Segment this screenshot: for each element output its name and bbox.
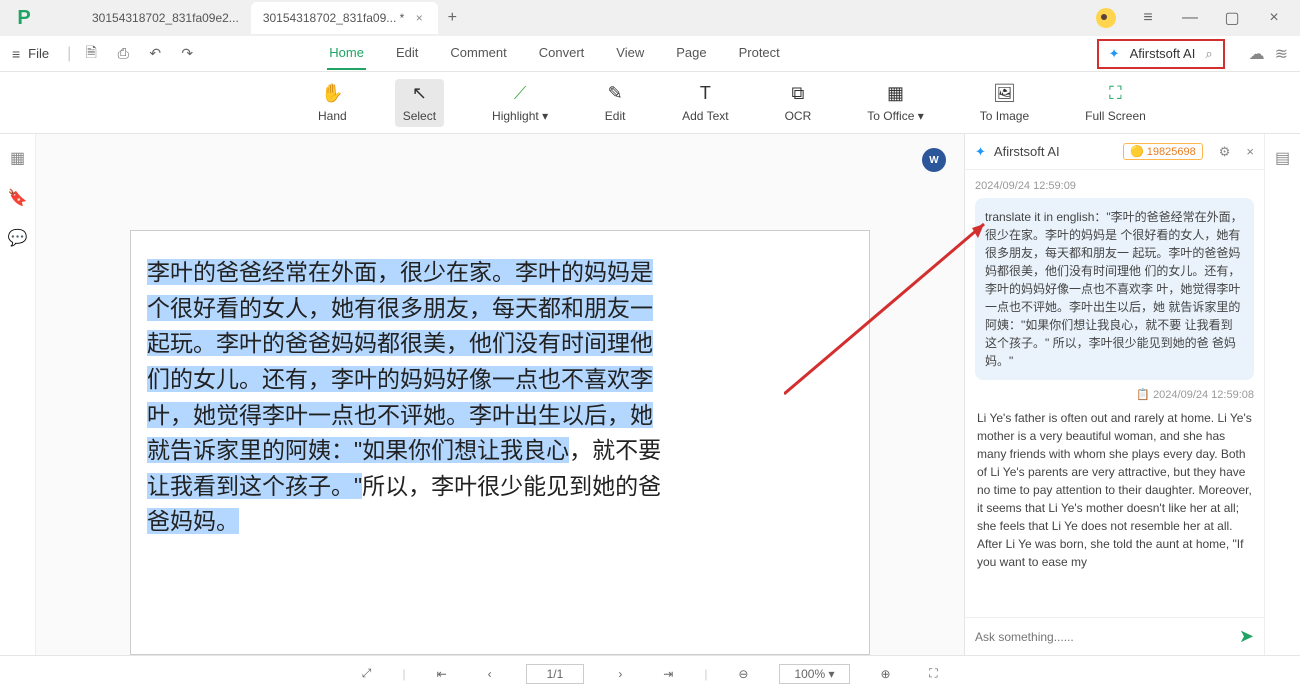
ai-settings-icon[interactable]: ⚙ bbox=[1219, 144, 1231, 160]
tab-view[interactable]: View bbox=[614, 37, 646, 70]
zoom-in-icon[interactable]: ⊕ bbox=[874, 667, 898, 681]
close-icon[interactable]: × bbox=[412, 11, 426, 25]
highlight-tool[interactable]: ⟋Highlight ▾ bbox=[484, 79, 556, 127]
prev-page-icon[interactable]: ‹ bbox=[478, 667, 502, 681]
office-icon: ▦ bbox=[885, 83, 907, 105]
first-page-icon[interactable]: ⇤ bbox=[430, 667, 454, 681]
image-icon: 🖼 bbox=[993, 83, 1015, 105]
statusbar: ⤢ | ⇤ ‹ 1/1 › ⇥ | ⊖ 100% ▾ ⊕ ⛶ bbox=[0, 655, 1300, 691]
edit-icon: ✎ bbox=[604, 83, 626, 105]
ai-credit-badge: 🟡 19825698 bbox=[1123, 143, 1203, 160]
last-page-icon[interactable]: ⇥ bbox=[656, 667, 680, 681]
edit-tool[interactable]: ✎Edit bbox=[596, 79, 634, 127]
addtext-tool[interactable]: TAdd Text bbox=[674, 79, 736, 127]
comment-panel-icon[interactable]: 💬 bbox=[8, 228, 28, 248]
tab-edit[interactable]: Edit bbox=[394, 37, 420, 70]
highlighter-icon: ⟋ bbox=[509, 83, 531, 105]
document-area: W 李叶的爸爸经常在外面，很少在家。李叶的妈妈是 个很好看的女人，她有很多朋友，… bbox=[36, 134, 964, 655]
minimize-icon[interactable]: — bbox=[1176, 4, 1204, 32]
save-icon[interactable]: 🗎 bbox=[79, 42, 103, 66]
tab-comment[interactable]: Comment bbox=[448, 37, 508, 70]
menubar: ≡ File | 🗎 ⎙ ↶ ↷ Home Edit Comment Conve… bbox=[0, 36, 1300, 72]
toimage-tool[interactable]: 🖼To Image bbox=[972, 79, 1037, 127]
close-window-icon[interactable]: × bbox=[1260, 4, 1288, 32]
sidebar-right: ▤ bbox=[1264, 134, 1300, 655]
hamburger-icon[interactable]: ≡ bbox=[12, 46, 20, 62]
file-menu[interactable]: File bbox=[28, 46, 49, 61]
tab-protect[interactable]: Protect bbox=[737, 37, 782, 70]
menu-icon[interactable]: ≡ bbox=[1134, 4, 1162, 32]
search-icon: ⌕ bbox=[1205, 46, 1212, 62]
cloud-icon[interactable]: ☁ bbox=[1249, 44, 1265, 64]
sidebar-left: ▦ 🔖 💬 bbox=[0, 134, 36, 655]
timestamp: 📋 2024/09/24 12:59:08 bbox=[975, 388, 1254, 401]
send-icon[interactable]: ➤ bbox=[1239, 626, 1254, 647]
print-icon[interactable]: ⎙ bbox=[111, 42, 135, 66]
undo-icon[interactable]: ↶ bbox=[143, 42, 167, 66]
ai-star-icon: ✦ bbox=[1109, 46, 1120, 62]
toolbar: ✋Hand ↖Select ⟋Highlight ▾ ✎Edit TAdd Te… bbox=[0, 72, 1300, 134]
tab-2[interactable]: 30154318702_831fa09... *× bbox=[251, 2, 438, 34]
bookmark-icon[interactable]: 🔖 bbox=[8, 188, 28, 208]
ai-search-box[interactable]: ✦ Afirstsoft AI ⌕ bbox=[1097, 39, 1225, 69]
titlebar: P 30154318702_831fa09e2... 30154318702_8… bbox=[0, 0, 1300, 36]
new-tab-button[interactable]: + bbox=[438, 9, 466, 27]
hand-tool[interactable]: ✋Hand bbox=[310, 79, 355, 127]
ocr-icon: ⧉ bbox=[787, 83, 809, 105]
ai-input-field[interactable] bbox=[975, 630, 1239, 644]
zoom-out-icon[interactable]: ⊖ bbox=[731, 667, 755, 681]
maximize-icon[interactable]: ▢ bbox=[1218, 4, 1246, 32]
settings-icon[interactable]: ≋ bbox=[1275, 44, 1288, 64]
tab-convert[interactable]: Convert bbox=[537, 37, 587, 70]
zoom-indicator[interactable]: 100% ▾ bbox=[779, 664, 849, 684]
fit-page-icon[interactable]: ⤢ bbox=[355, 666, 379, 681]
ai-close-icon[interactable]: × bbox=[1246, 144, 1254, 159]
app-logo[interactable]: P bbox=[8, 0, 40, 36]
ai-star-icon: ✦ bbox=[975, 144, 986, 160]
document-text[interactable]: 李叶的爸爸经常在外面，很少在家。李叶的妈妈是 个很好看的女人，她有很多朋友，每天… bbox=[147, 255, 853, 540]
tab-1[interactable]: 30154318702_831fa09e2... bbox=[80, 2, 251, 34]
cursor-icon: ↖ bbox=[408, 83, 430, 105]
page-indicator[interactable]: 1/1 bbox=[526, 664, 585, 684]
user-message: translate it in english："李叶的爸爸经常在外面，很少在家… bbox=[975, 198, 1254, 380]
hand-icon: ✋ bbox=[321, 83, 343, 105]
thumbnail-icon[interactable]: ▦ bbox=[10, 148, 25, 168]
word-badge-icon[interactable]: W bbox=[922, 148, 946, 172]
text-icon: T bbox=[694, 83, 716, 105]
ocr-tool[interactable]: ⧉OCR bbox=[777, 79, 820, 127]
panel-toggle-icon[interactable]: ▤ bbox=[1275, 148, 1290, 168]
ai-panel: ✦ Afirstsoft AI 🟡 19825698 ⚙ × 2024/09/2… bbox=[964, 134, 1264, 655]
pdf-page[interactable]: 李叶的爸爸经常在外面，很少在家。李叶的妈妈是 个很好看的女人，她有很多朋友，每天… bbox=[130, 230, 870, 655]
tab-home[interactable]: Home bbox=[327, 37, 366, 70]
bird-icon[interactable] bbox=[1092, 4, 1120, 32]
tooffice-tool[interactable]: ▦To Office ▾ bbox=[859, 79, 932, 127]
next-page-icon[interactable]: › bbox=[608, 667, 632, 681]
timestamp: 2024/09/24 12:59:09 bbox=[975, 180, 1254, 192]
fullscreen-tool[interactable]: ⛶Full Screen bbox=[1077, 79, 1154, 127]
fit-width-icon[interactable]: ⛶ bbox=[922, 666, 946, 681]
select-tool[interactable]: ↖Select bbox=[395, 79, 444, 127]
fullscreen-icon: ⛶ bbox=[1104, 83, 1126, 105]
ai-panel-title: Afirstsoft AI bbox=[994, 144, 1060, 159]
tab-page[interactable]: Page bbox=[674, 37, 708, 70]
ai-input-bar: ➤ bbox=[965, 617, 1264, 655]
ai-response: Li Ye's father is often out and rarely a… bbox=[975, 409, 1254, 571]
redo-icon[interactable]: ↷ bbox=[175, 42, 199, 66]
